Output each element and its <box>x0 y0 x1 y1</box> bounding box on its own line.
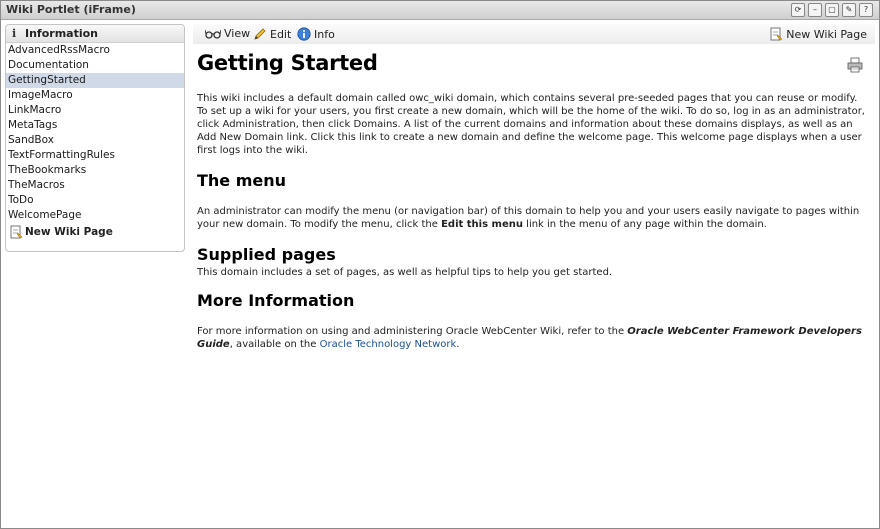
help-icon[interactable]: ? <box>859 3 873 17</box>
sidebar-item-thebookmarks[interactable]: TheBookmarks <box>6 163 184 178</box>
maximize-icon[interactable]: ▢ <box>825 3 839 17</box>
edit-label: Edit <box>270 27 292 41</box>
view-label: View <box>224 27 251 40</box>
sidebar-item-linkmacro[interactable]: LinkMacro <box>6 103 184 118</box>
new-page-icon <box>770 27 783 41</box>
more-text-after: . <box>456 339 460 350</box>
info-icon <box>297 27 311 41</box>
sidebar-item-themacros[interactable]: TheMacros <box>6 178 184 193</box>
sidebar-item-gettingstarted[interactable]: GettingStarted <box>6 73 184 88</box>
supplied-pages-paragraph: This domain includes a set of pages, as … <box>197 267 613 278</box>
minimize-icon[interactable]: – <box>808 3 822 17</box>
sidebar-item-todo[interactable]: ToDo <box>6 193 184 208</box>
info-button[interactable]: Info <box>297 27 335 41</box>
sidebar-item-textformattingrules[interactable]: TextFormattingRules <box>6 148 184 163</box>
info-small-icon: i <box>12 27 17 40</box>
sidebar-item-welcomepage[interactable]: WelcomePage <box>6 208 184 223</box>
sidebar-header: i Information <box>6 25 184 43</box>
more-text-before: For more information on using and admini… <box>197 326 628 337</box>
sidebar-item-metatags[interactable]: MetaTags <box>6 118 184 133</box>
new-wiki-page-button[interactable]: New Wiki Page <box>769 27 867 41</box>
refresh-icon[interactable]: ⟳ <box>791 3 805 17</box>
more-information-heading: More Information <box>197 291 355 310</box>
pencil-icon <box>254 28 266 40</box>
sidebar-item-advancedrssmacro[interactable]: AdvancedRssMacro <box>6 43 184 58</box>
window-controls: ⟳ – ▢ ✎ ? <box>791 3 873 17</box>
edit-button[interactable]: Edit <box>253 27 291 41</box>
page-content: Getting Started This wiki includes a def… <box>197 47 867 351</box>
sidebar-item-imagemacro[interactable]: ImageMacro <box>6 88 184 103</box>
oracle-technology-network-link[interactable]: Oracle Technology Network <box>320 339 457 350</box>
portlet-frame: Wiki Portlet (iFrame) ⟳ – ▢ ✎ ? i Informa… <box>0 0 880 529</box>
sidebar-new-wiki-page-label: New Wiki Page <box>25 226 113 238</box>
page-title: Getting Started <box>197 51 378 75</box>
sidebar-new-wiki-page-link[interactable]: New Wiki Page <box>6 225 184 239</box>
sidebar-item-documentation[interactable]: Documentation <box>6 58 184 73</box>
view-button[interactable]: View <box>205 27 250 40</box>
customize-icon[interactable]: ✎ <box>842 3 856 17</box>
info-label: Info <box>314 27 335 41</box>
portlet-title: Wiki Portlet (iFrame) <box>6 3 136 16</box>
menu-paragraph: An administrator can modify the menu (or… <box>197 205 867 231</box>
more-information-paragraph: For more information on using and admini… <box>197 325 867 351</box>
supplied-pages-heading: Supplied pages <box>197 245 336 264</box>
sidebar-header-label: Information <box>25 27 98 40</box>
menu-text-after: link in the menu of any page within the … <box>522 219 767 230</box>
new-wiki-page-label: New Wiki Page <box>786 27 867 41</box>
sidebar-item-sandbox[interactable]: SandBox <box>6 133 184 148</box>
edit-this-menu-text: Edit this menu <box>441 219 523 230</box>
intro-paragraph: This wiki includes a default domain call… <box>197 93 865 156</box>
sidebar: i Information AdvancedRssMacro Documentati… <box>5 24 185 252</box>
new-page-icon <box>10 225 23 239</box>
menu-heading: The menu <box>197 171 287 190</box>
glasses-icon <box>205 29 221 39</box>
page-toolbar: View Edit Info New Wiki Page <box>193 24 875 44</box>
portlet-titlebar: Wiki Portlet (iFrame) ⟳ – ▢ ✎ ? <box>1 1 879 20</box>
sidebar-page-list: AdvancedRssMacro Documentation GettingStar… <box>6 43 184 223</box>
more-text-middle: , available on the <box>229 339 320 350</box>
